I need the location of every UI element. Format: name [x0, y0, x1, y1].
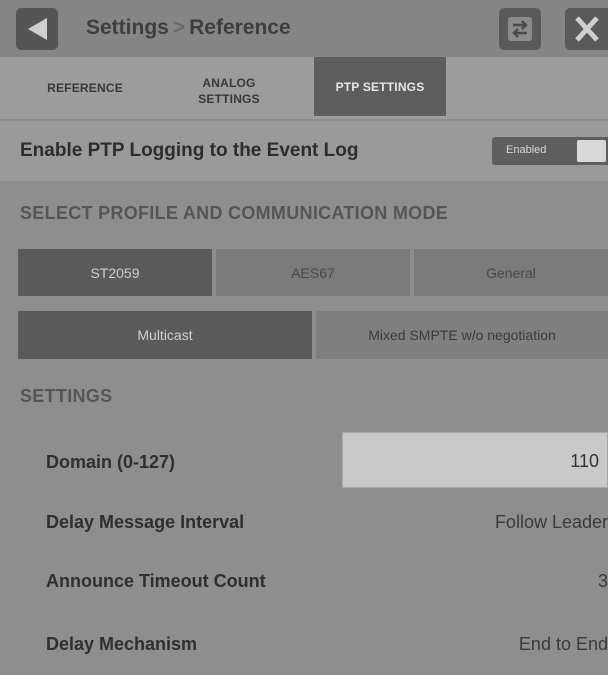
mode-mixed-smpte-button[interactable]: Mixed SMPTE w/o negotiation	[316, 311, 608, 359]
close-button[interactable]	[565, 8, 608, 50]
delay-mechanism-label: Delay Mechanism	[46, 634, 198, 654]
domain-label: Domain (0-127)	[46, 452, 176, 472]
toggle-state-label: Enabled	[506, 144, 547, 156]
announce-timeout-value[interactable]: 3	[598, 571, 608, 592]
tab-reference[interactable]: REFERENCE	[18, 57, 152, 119]
communication-mode-selector: Multicast Mixed SMPTE w/o negotiation	[18, 311, 608, 359]
profile-selector: ST2059 AES67 General	[18, 249, 608, 296]
tab-bar: REFERENCE ANALOG SETTINGS PTP SETTINGS	[0, 57, 608, 119]
ptp-logging-toggle[interactable]: Enabled	[492, 137, 608, 165]
back-arrow-icon	[28, 18, 47, 40]
profile-general-button[interactable]: General	[414, 249, 608, 296]
swap-arrows-icon	[508, 17, 532, 41]
profile-st2059-button[interactable]: ST2059	[18, 249, 212, 296]
domain-input[interactable]: 110	[342, 432, 608, 488]
profile-aes67-button[interactable]: AES67	[216, 249, 410, 296]
title-bar: Settings > Reference	[0, 0, 608, 57]
close-x-icon	[575, 16, 599, 42]
announce-timeout-label: Announce Timeout Count	[46, 571, 266, 591]
delay-mechanism-value[interactable]: End to End	[519, 634, 608, 655]
delay-interval-row[interactable]: Delay Message Interval Follow Leader	[0, 497, 608, 555]
ptp-logging-row: Enable PTP Logging to the Event Log Enab…	[0, 121, 608, 181]
breadcrumb-parent[interactable]: Settings	[86, 16, 169, 39]
settings-section-heading: SETTINGS	[20, 386, 113, 406]
delay-interval-label: Delay Message Interval	[46, 512, 245, 532]
toggle-knob	[577, 140, 606, 162]
ptp-logging-label: Enable PTP Logging to the Event Log	[20, 140, 359, 161]
breadcrumb-separator: >	[172, 16, 186, 39]
breadcrumb: Settings > Reference	[86, 16, 291, 40]
profile-section-heading: SELECT PROFILE AND COMMUNICATION MODE	[20, 203, 449, 223]
back-button[interactable]	[16, 8, 58, 50]
delay-mechanism-row[interactable]: Delay Mechanism End to End	[0, 617, 608, 675]
tab-ptp-settings[interactable]: PTP SETTINGS	[314, 57, 446, 116]
delay-interval-value[interactable]: Follow Leader	[495, 512, 608, 533]
domain-value: 110	[570, 451, 599, 471]
announce-timeout-row[interactable]: Announce Timeout Count 3	[0, 557, 608, 615]
swap-button[interactable]	[499, 8, 541, 50]
domain-row: Domain (0-127) 110	[0, 432, 608, 490]
breadcrumb-current: Reference	[189, 16, 291, 39]
mode-multicast-button[interactable]: Multicast	[18, 311, 312, 359]
tab-analog-settings[interactable]: ANALOG SETTINGS	[170, 57, 288, 119]
